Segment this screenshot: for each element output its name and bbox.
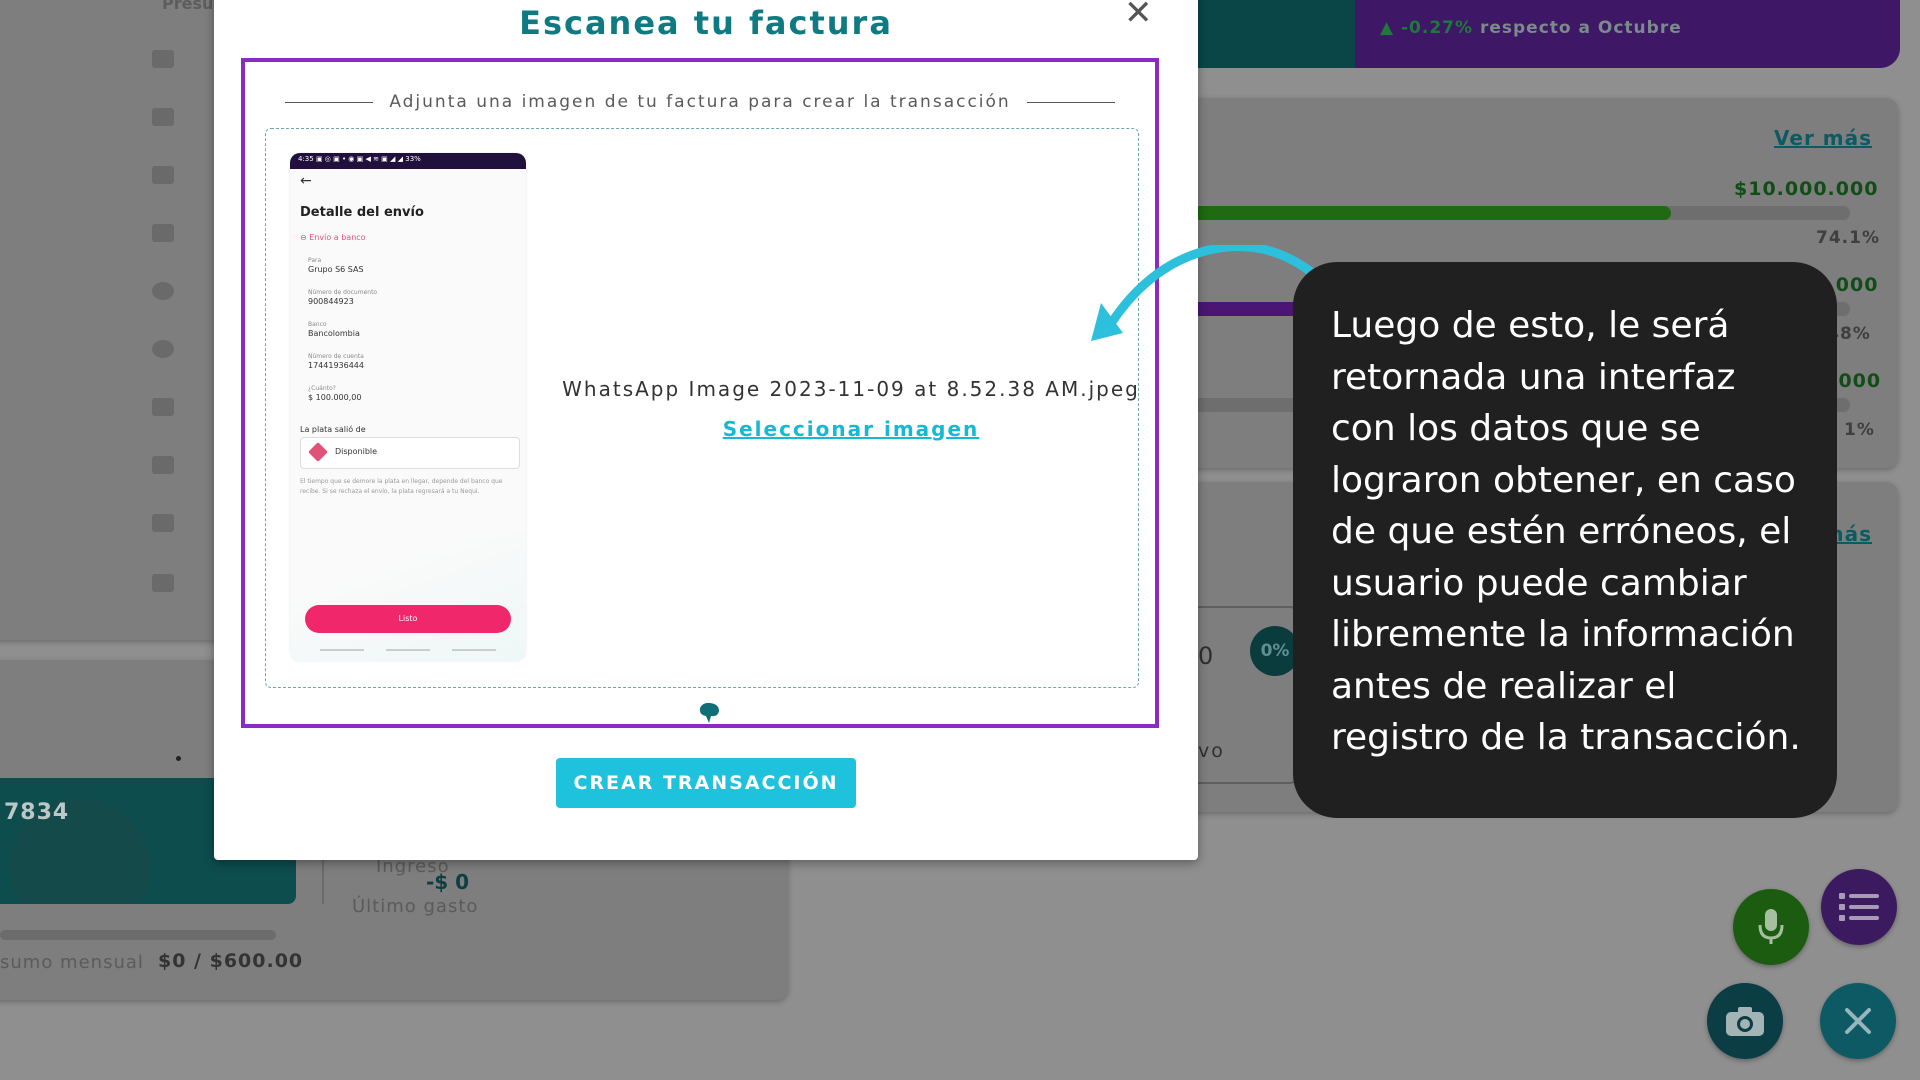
last-expense-label: Último gasto bbox=[352, 896, 479, 917]
preview-background bbox=[290, 533, 526, 661]
preview-field-value: $ 100.000,00 bbox=[308, 393, 362, 402]
image-dropzone[interactable]: 4:35 ▣ ◎ ▣ • ◉ ▣ ◀ ≋ ▣ ◢ ◢ 33% ← Detalle… bbox=[265, 128, 1139, 688]
preview-note: El tiempo que se demore la plata en lleg… bbox=[300, 478, 503, 495]
create-transaction-button[interactable]: CREAR TRANSACCIÓN bbox=[556, 758, 856, 808]
budget-pct-1: 74.1% bbox=[1816, 228, 1880, 248]
voice-button[interactable] bbox=[1733, 889, 1809, 965]
image-preview: 4:35 ▣ ◎ ▣ • ◉ ▣ ◀ ≋ ▣ ◢ ◢ 33% ← Detalle… bbox=[290, 153, 526, 661]
wallet-icon bbox=[152, 456, 174, 474]
scan-invoice-modal: Escanea tu factura ✕ Adjunta una imagen … bbox=[214, 0, 1198, 860]
account-number: 7834 bbox=[4, 800, 70, 825]
comparison-value: -0.27% bbox=[1401, 18, 1474, 38]
budget-header: Presu bbox=[162, 0, 214, 13]
microphone-icon bbox=[1758, 909, 1784, 944]
ver-mas-link[interactable]: Ver más bbox=[1774, 126, 1872, 150]
last-expense-value: -$ 0 bbox=[426, 870, 470, 894]
upload-highlight-frame: Adjunta una imagen de tu factura para cr… bbox=[241, 58, 1159, 728]
preview-section-label: La plata salió de bbox=[300, 425, 366, 434]
tutorial-tooltip: Luego de esto, le será retornada una int… bbox=[1293, 262, 1837, 818]
goal-label: vo bbox=[1198, 740, 1225, 762]
monthly-consumption-label: sumo mensual bbox=[0, 952, 144, 973]
carousel-dot[interactable] bbox=[176, 756, 181, 761]
preview-field-label: Para bbox=[308, 257, 322, 264]
modal-title: Escanea tu factura bbox=[519, 4, 893, 42]
wallet-icon bbox=[152, 574, 174, 592]
divider bbox=[285, 101, 374, 103]
wallet-icon bbox=[152, 398, 174, 416]
nequi-logo-icon bbox=[308, 442, 328, 462]
comparison-text: ▲ -0.27% respecto a Octubre bbox=[1380, 18, 1682, 38]
budget-pct-3: 1% bbox=[1844, 420, 1875, 440]
back-arrow-icon: ← bbox=[300, 173, 312, 189]
close-fab-button[interactable] bbox=[1820, 983, 1896, 1059]
wallet-icon bbox=[152, 50, 174, 68]
wallet-icon bbox=[152, 166, 174, 184]
select-image-link[interactable]: Seleccionar imagen bbox=[556, 417, 1146, 441]
close-icon[interactable]: ✕ bbox=[1124, 0, 1153, 30]
menu-button[interactable] bbox=[1821, 869, 1897, 945]
preview-field-value: 17441936444 bbox=[308, 361, 364, 370]
preview-nav-bar bbox=[320, 649, 496, 651]
preview-field-label: Número de documento bbox=[308, 289, 378, 296]
preview-source-box: Disponible bbox=[300, 437, 520, 469]
preview-field-value: Bancolombia bbox=[308, 329, 360, 338]
piggy-bank-icon bbox=[152, 340, 174, 358]
app-logo-icon bbox=[699, 702, 719, 723]
list-icon bbox=[1839, 893, 1879, 921]
preview-field-label: Número de cuenta bbox=[308, 353, 364, 360]
comparison-suffix: respecto a Octubre bbox=[1479, 18, 1682, 38]
wallet-icon bbox=[152, 514, 174, 532]
goal-value: 0 bbox=[1198, 642, 1214, 670]
preview-tag: ⊖ Envío a banco bbox=[300, 233, 366, 242]
preview-source: Disponible bbox=[335, 447, 378, 456]
wallet-icon bbox=[152, 108, 174, 126]
budget-sidebar-card: Presu bbox=[0, 0, 240, 640]
camera-icon bbox=[1726, 1007, 1764, 1036]
piggy-bank-icon bbox=[152, 282, 174, 300]
monthly-progress-track bbox=[0, 930, 276, 940]
preview-status-bar: 4:35 ▣ ◎ ▣ • ◉ ▣ ◀ ≋ ▣ ◢ ◢ 33% bbox=[290, 153, 526, 169]
budget-progress-1-fill bbox=[1160, 206, 1672, 220]
budget-amount-1: $10.000.000 bbox=[1734, 178, 1879, 200]
divider bbox=[1026, 101, 1116, 103]
preview-field-label: Banco bbox=[308, 321, 327, 328]
preview-field-value: Grupo S6 SAS bbox=[308, 265, 364, 274]
monthly-consumption-value: $0 / $600.00 bbox=[158, 950, 304, 972]
close-icon bbox=[1845, 1008, 1871, 1034]
file-name: WhatsApp Image 2023-11-09 at 8.52.38 AM.… bbox=[562, 377, 1140, 401]
divider bbox=[322, 860, 324, 904]
modal-subtitle: Adjunta una imagen de tu factura para cr… bbox=[285, 90, 1116, 114]
wallet-icon bbox=[152, 224, 174, 242]
camera-button[interactable] bbox=[1707, 983, 1783, 1059]
preview-field-label: ¿Cuánto? bbox=[308, 385, 336, 392]
arrow-up-icon: ▲ bbox=[1380, 18, 1395, 38]
modal-subtitle-text: Adjunta una imagen de tu factura para cr… bbox=[389, 92, 1011, 112]
budget-progress-1 bbox=[1160, 206, 1850, 220]
preview-button: Listo bbox=[305, 605, 511, 633]
comparison-banner: ▲ -0.27% respecto a Octubre bbox=[1180, 0, 1900, 68]
preview-field-value: 900844923 bbox=[308, 297, 354, 306]
preview-title: Detalle del envío bbox=[300, 205, 424, 220]
